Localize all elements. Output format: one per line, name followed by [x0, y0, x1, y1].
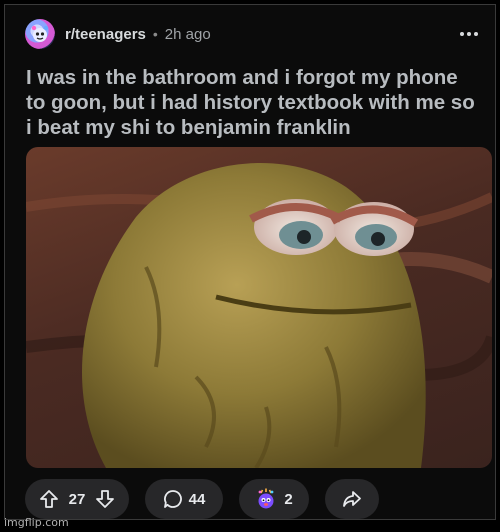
award-count: 2 — [284, 490, 293, 508]
more-dot-icon — [460, 32, 464, 36]
post-header: r/teenagers • 2h ago — [25, 19, 495, 49]
post-time: 2h ago — [164, 25, 211, 43]
post-image[interactable] — [26, 147, 492, 468]
share-arrow-icon — [343, 491, 361, 507]
vote-group: 27 — [25, 479, 129, 519]
imgflip-watermark: imgflip.com — [4, 516, 69, 529]
arrow-up-icon[interactable] — [39, 489, 59, 509]
subreddit-name[interactable]: r/teenagers — [65, 26, 146, 43]
meta-separator: • — [152, 26, 158, 42]
vote-score: 27 — [68, 490, 86, 508]
more-dot-icon — [467, 32, 471, 36]
share-button[interactable] — [325, 479, 379, 519]
post-title[interactable]: I was in the bathroom and i forgot my ph… — [26, 65, 481, 140]
dried-pepe-frog-image-icon — [26, 163, 492, 468]
more-dot-icon — [474, 32, 478, 36]
speech-bubble-icon — [163, 490, 182, 508]
comments-button[interactable]: 44 — [145, 479, 223, 519]
subreddit-avatar-icon[interactable] — [25, 19, 55, 49]
post-actions: 27 44 2 — [25, 479, 495, 519]
more-options-button[interactable] — [457, 23, 481, 45]
post-card: r/teenagers • 2h ago I was in the bathro… — [4, 4, 496, 520]
mind-blown-award-icon — [258, 488, 274, 509]
comment-count: 44 — [188, 490, 206, 508]
arrow-down-icon[interactable] — [95, 489, 115, 509]
award-button[interactable]: 2 — [239, 479, 309, 519]
